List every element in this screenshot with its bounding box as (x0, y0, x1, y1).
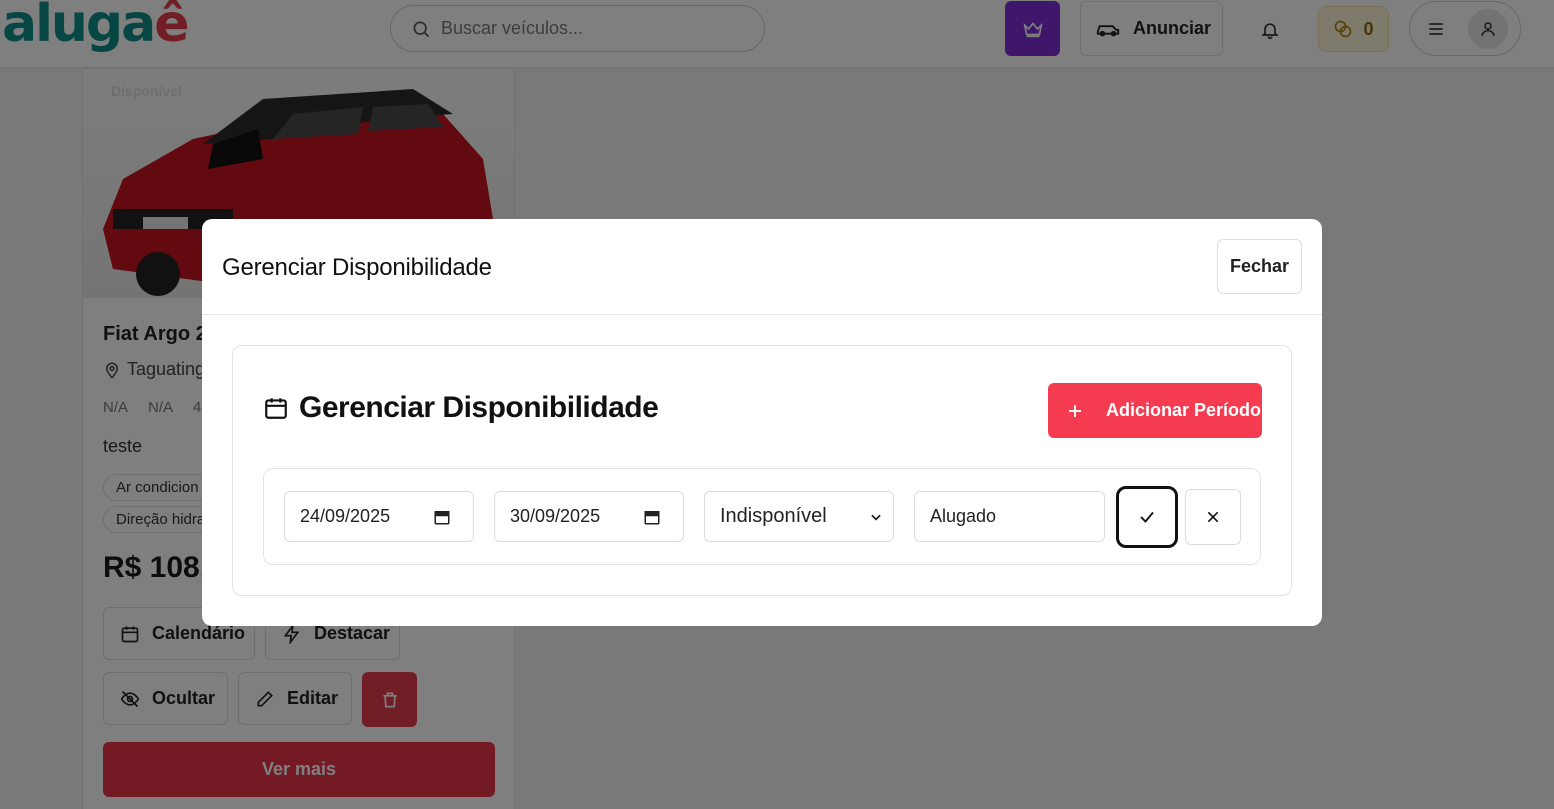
availability-modal: Gerenciar Disponibilidade Fechar Gerenci… (202, 219, 1322, 626)
close-icon (1207, 511, 1219, 523)
calendar-picker-icon[interactable] (643, 508, 661, 526)
start-date-input[interactable]: 24/09/2025 (284, 491, 474, 542)
period-row: 24/09/2025 30/09/2025 Indisponível Aluga… (263, 468, 1261, 565)
panel-title: Gerenciar Disponibilidade (299, 391, 659, 424)
end-date-input[interactable]: 30/09/2025 (494, 491, 684, 542)
status-select-value: Indisponível (720, 505, 827, 527)
check-icon (1140, 511, 1154, 523)
plus-icon (1069, 404, 1081, 417)
modal-title: Gerenciar Disponibilidade (222, 254, 492, 281)
calendar-icon (265, 398, 287, 419)
reason-input[interactable]: Alugado (914, 491, 1105, 542)
reason-value: Alugado (930, 506, 997, 526)
chevron-down-icon (871, 514, 881, 521)
cancel-period-button[interactable] (1185, 489, 1241, 545)
modal-header: Gerenciar Disponibilidade Fechar (202, 219, 1322, 315)
calendar-picker-icon[interactable] (433, 508, 451, 526)
start-date-value: 24/09/2025 (300, 506, 391, 526)
confirm-period-button[interactable] (1116, 486, 1178, 548)
end-date-value: 30/09/2025 (510, 506, 601, 526)
panel-header: Gerenciar Disponibilidade (263, 391, 659, 425)
close-button[interactable]: Fechar (1217, 239, 1302, 294)
status-select[interactable]: Indisponível (704, 491, 894, 542)
add-period-button[interactable]: Adicionar Período (1048, 383, 1262, 438)
availability-panel: Gerenciar Disponibilidade Adicionar Perí… (232, 345, 1292, 596)
add-period-label: Adicionar Período (1106, 400, 1262, 420)
